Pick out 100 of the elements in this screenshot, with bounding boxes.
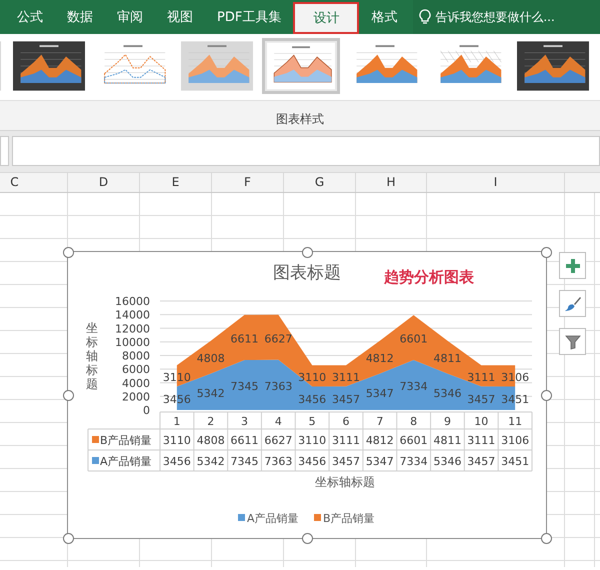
chart-area[interactable] xyxy=(68,252,546,538)
category-label: 2 xyxy=(207,415,214,428)
data-label: 7345 xyxy=(230,380,259,393)
axis-tick-label: 0 xyxy=(143,404,150,417)
legend-marker xyxy=(238,514,245,521)
paintbrush-icon xyxy=(564,296,582,312)
table-cell: 3451 xyxy=(501,455,530,468)
legend-label[interactable]: B产品销量 xyxy=(323,512,375,525)
resize-handle[interactable] xyxy=(63,390,74,401)
ribbon-tab[interactable]: 视图 xyxy=(155,0,205,34)
annotation-text[interactable]: 趋势分析图表 xyxy=(384,268,474,286)
data-label: 3457 xyxy=(467,393,496,406)
axis-title[interactable]: 坐标轴标题 xyxy=(86,321,98,391)
table-cell: 4811 xyxy=(433,434,462,447)
data-label: 3111 xyxy=(467,370,496,384)
formula-field[interactable] xyxy=(12,136,600,166)
data-label: 3110 xyxy=(298,370,326,384)
chart-style-thumbnail[interactable] xyxy=(178,38,256,94)
column-header[interactable]: I xyxy=(427,173,565,192)
chart-title[interactable]: 图表标题 xyxy=(273,263,341,283)
category-label: 9 xyxy=(444,415,451,428)
table-cell: 5342 xyxy=(196,455,225,468)
resize-handle[interactable] xyxy=(541,390,552,401)
lightbulb-icon xyxy=(419,9,432,25)
table-cell: 6601 xyxy=(400,434,428,447)
column-header[interactable]: F xyxy=(212,173,284,192)
category-label: 6 xyxy=(342,415,350,428)
add-chart-element-button[interactable] xyxy=(559,252,586,279)
column-header[interactable]: E xyxy=(140,173,212,192)
resize-handle[interactable] xyxy=(63,247,74,258)
ribbon-tab[interactable]: 格式 xyxy=(359,0,410,34)
data-label: 5347 xyxy=(366,386,394,400)
data-label: 5342 xyxy=(196,386,225,400)
category-label: 3 xyxy=(241,415,248,428)
tell-me-field[interactable]: 告诉我您想要做什么... xyxy=(413,0,600,34)
data-label: 7363 xyxy=(264,380,292,393)
ribbon-tab[interactable]: PDF工具集 xyxy=(205,0,294,34)
row-label: B产品销量 xyxy=(100,434,152,447)
axis-tick-label: 6000 xyxy=(122,363,150,376)
table-cell: 5347 xyxy=(366,455,394,468)
resize-handle[interactable] xyxy=(541,533,552,544)
table-cell: 3457 xyxy=(332,455,360,468)
table-cell: 3110 xyxy=(298,434,326,447)
data-label: 6627 xyxy=(264,332,292,346)
table-cell: 6611 xyxy=(230,434,259,447)
resize-handle[interactable] xyxy=(541,247,552,258)
table-cell: 7363 xyxy=(264,455,292,468)
data-label: 5346 xyxy=(433,386,462,400)
table-cell: 3111 xyxy=(332,434,360,447)
ribbon-tab[interactable]: 审阅 xyxy=(105,0,155,34)
data-label: 7334 xyxy=(400,380,428,394)
data-label: 3111 xyxy=(332,370,360,384)
table-cell: 5346 xyxy=(433,455,462,468)
ribbon-tab[interactable]: 公式 xyxy=(5,0,55,34)
column-header[interactable]: D xyxy=(68,173,140,192)
table-cell: 3457 xyxy=(467,455,496,468)
column-header[interactable]: H xyxy=(356,173,427,192)
axis-tick-label: 14000 xyxy=(115,308,150,322)
category-label: 1 xyxy=(173,415,180,428)
axis-title[interactable]: 坐标轴标题 xyxy=(315,475,375,489)
table-cell: 7334 xyxy=(400,455,428,468)
column-header[interactable]: G xyxy=(284,173,356,192)
chart-styles-button[interactable] xyxy=(559,290,586,317)
category-label: 11 xyxy=(508,415,522,428)
search-input[interactable]: 告诉我您想要做什么... xyxy=(435,10,586,24)
table-cell: 4812 xyxy=(366,434,394,447)
table-cell: 3456 xyxy=(298,455,326,468)
table-cell: 3106 xyxy=(501,434,530,447)
category-label: 4 xyxy=(274,415,282,428)
filter-icon xyxy=(564,334,580,350)
table-cell: 7345 xyxy=(230,455,259,468)
plus-icon xyxy=(564,258,580,274)
axis-tick-label: 4000 xyxy=(122,376,150,390)
column-header[interactable]: C xyxy=(0,173,68,192)
chart-style-thumbnail[interactable] xyxy=(514,38,592,94)
chart-style-thumbnail[interactable] xyxy=(10,38,88,94)
row-label: A产品销量 xyxy=(100,455,152,468)
ribbon-tab[interactable]: 数据 xyxy=(55,0,105,34)
data-label: 3457 xyxy=(332,393,360,406)
legend-marker xyxy=(314,514,321,521)
group-label: 图表样式 xyxy=(275,111,325,128)
resize-handle[interactable] xyxy=(302,533,313,544)
axis-tick-label: 12000 xyxy=(115,322,150,336)
chart-filters-button[interactable] xyxy=(559,328,586,355)
axis-tick-label: 8000 xyxy=(122,350,150,362)
category-label: 8 xyxy=(410,415,418,428)
data-label: 4811 xyxy=(433,352,462,366)
resize-handle[interactable] xyxy=(302,247,313,258)
resize-handle[interactable] xyxy=(63,533,74,544)
legend-label[interactable]: A产品销量 xyxy=(247,512,299,525)
table-cell: 3456 xyxy=(162,455,191,468)
data-label: 4812 xyxy=(366,352,394,366)
category-label: 5 xyxy=(308,415,316,428)
data-label: 6601 xyxy=(400,332,428,346)
axis-tick-label: 2000 xyxy=(122,390,150,404)
data-label: 3456 xyxy=(298,393,326,406)
axis-tick-label: 16000 xyxy=(115,295,150,308)
table-cell: 6627 xyxy=(264,434,292,447)
chart-style-thumbnail[interactable] xyxy=(262,38,340,94)
ribbon-tab[interactable]: 设计 xyxy=(293,2,360,34)
